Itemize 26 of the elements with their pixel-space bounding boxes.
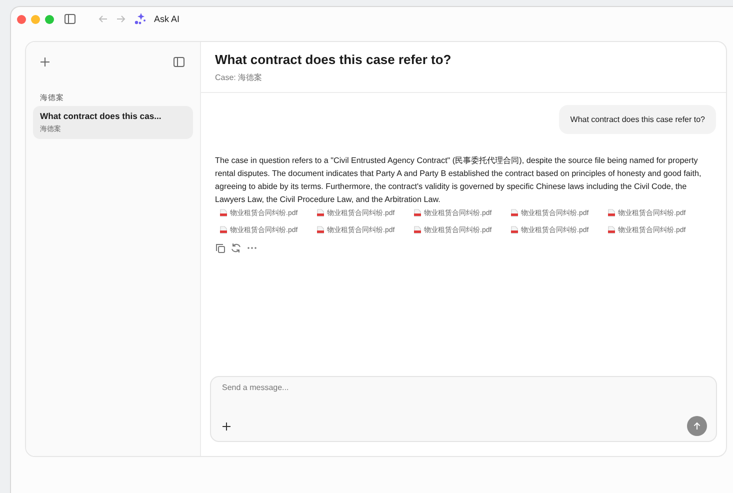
pdf-file-icon bbox=[511, 226, 518, 234]
window-title: Ask AI bbox=[154, 14, 180, 24]
arrow-up-icon bbox=[693, 422, 701, 430]
pdf-file-icon bbox=[317, 226, 324, 234]
plus-icon[interactable] bbox=[222, 422, 231, 430]
pdf-file-icon bbox=[317, 209, 324, 217]
pdf-file-icon bbox=[414, 226, 421, 234]
message-input[interactable]: Send a message... bbox=[222, 383, 707, 392]
close-button[interactable] bbox=[17, 14, 26, 24]
plus-icon[interactable] bbox=[40, 57, 50, 67]
send-button[interactable] bbox=[687, 416, 707, 436]
copy-icon[interactable] bbox=[215, 243, 225, 253]
pdf-file-icon bbox=[414, 209, 421, 217]
chat-subtitle: Case: 海德案 bbox=[215, 72, 264, 83]
answer-text: The case in question refers to a "Civil Entrusted Agency Contract" (民事委托代理合同), despite the source file being named for property rental disputes. The document indicates that Party A and Party B established the contract based on principles of honesty and good faith, agreeing to abide by its terms. Furthermore, the contract's validity is governed by specific Chinese laws including the Civil Code, the Lawyers Law, the Civil Procedure Law, and the Arbitration Law. bbox=[215, 155, 702, 206]
pdf-file-icon bbox=[511, 209, 518, 217]
sidebar-toggle-icon[interactable] bbox=[64, 13, 76, 25]
refresh-icon[interactable] bbox=[231, 243, 241, 253]
panel-icon[interactable] bbox=[173, 56, 185, 68]
chat-title: What contract does this case refer to? bbox=[215, 52, 452, 67]
pdf-file-icon bbox=[220, 209, 227, 217]
user-message: What contract does this case refer to? bbox=[559, 105, 716, 134]
pdf-file-icon bbox=[220, 226, 227, 234]
pdf-file-icon bbox=[608, 209, 615, 217]
pdf-file-icon bbox=[608, 226, 615, 234]
sparkle-icon bbox=[134, 13, 146, 25]
